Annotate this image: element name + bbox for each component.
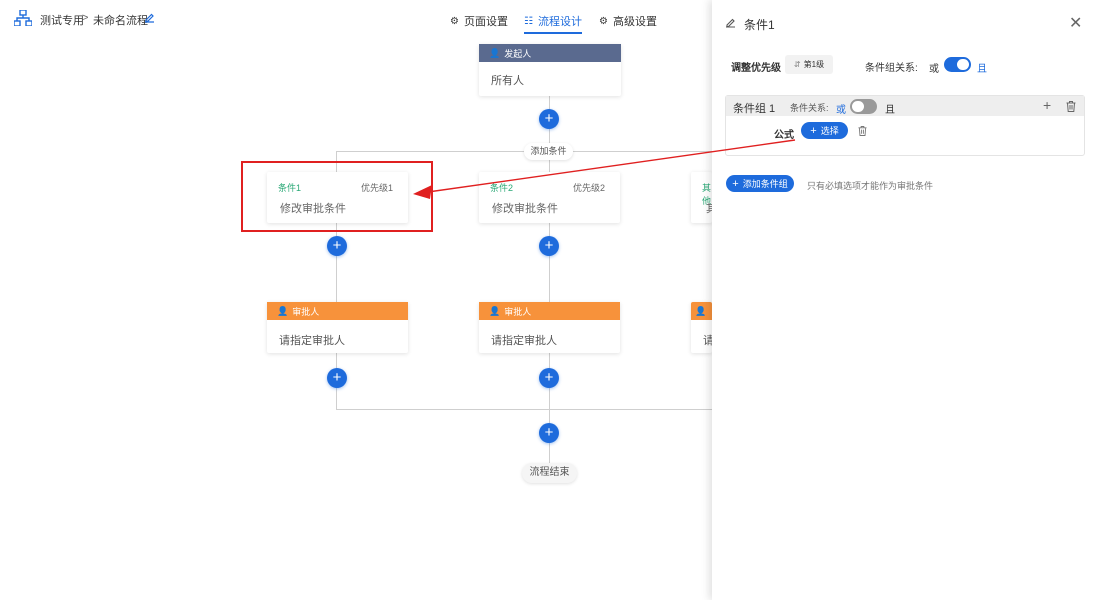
hint-text: 只有必填选项才能作为审批条件: [807, 181, 934, 191]
group-relation-toggle[interactable]: [944, 57, 971, 72]
edit-icon[interactable]: [725, 17, 736, 28]
condition-priority: 优先级2: [573, 183, 606, 193]
condition-relation-toggle[interactable]: [850, 99, 877, 114]
approver-body: 请指定审批人: [491, 335, 557, 347]
user-icon: 👤: [277, 305, 289, 316]
add-condition-button[interactable]: 添加条件: [524, 143, 573, 160]
group-relation-and: 且: [977, 64, 987, 75]
tab-advanced-settings[interactable]: ⚙ 高级设置: [599, 13, 657, 29]
group-relation-or: 或: [929, 64, 939, 75]
plus-icon: +: [810, 124, 817, 137]
condition-body: 修改审批条件: [492, 203, 558, 215]
tab-flow-design[interactable]: ☷ 流程设计: [524, 13, 582, 34]
add-node-button[interactable]: +: [327, 368, 347, 388]
gear-icon: ⚙: [599, 15, 608, 27]
condition-group-header: [726, 96, 1084, 116]
formula-label: 公式: [774, 130, 794, 141]
add-node-button[interactable]: +: [539, 109, 559, 129]
add-node-button[interactable]: +: [539, 368, 559, 388]
condition-relation-label: 条件关系:: [790, 103, 829, 113]
user-icon: 👤: [489, 47, 501, 58]
close-icon[interactable]: ✕: [1069, 13, 1082, 33]
approver-body: 请指定审批人: [279, 335, 345, 347]
drawer-title[interactable]: 条件1: [744, 16, 775, 33]
condition-group-name: 条件组 1: [733, 103, 776, 115]
flow-end-node: 流程结束: [522, 463, 577, 483]
start-node-header: 发起人: [504, 48, 532, 59]
delete-icon[interactable]: [1066, 101, 1076, 112]
user-icon: 👤: [695, 305, 707, 316]
add-node-button[interactable]: +: [539, 423, 559, 443]
add-node-button[interactable]: +: [327, 236, 347, 256]
approver-header: 审批人: [292, 306, 320, 317]
start-node-body: 所有人: [491, 75, 524, 87]
sort-icon: ⇵: [793, 60, 801, 69]
flow-name[interactable]: 未命名流程: [93, 12, 148, 28]
approver-node-3[interactable]: 👤 请: [691, 302, 712, 353]
tab-page-settings[interactable]: ⚙ 页面设置: [450, 13, 508, 29]
priority-select[interactable]: ⇵ 第1级: [785, 55, 833, 74]
priority-label: 调整优先级: [731, 63, 781, 74]
delete-icon[interactable]: [858, 126, 867, 136]
active-tab-underline: [524, 32, 582, 34]
add-condition-group-button[interactable]: + 添加条件组: [726, 175, 794, 192]
user-icon: 👤: [489, 305, 501, 316]
condition-title: 条件2: [490, 183, 514, 193]
start-node[interactable]: 👤 发起人 所有人: [479, 44, 621, 96]
add-node-button[interactable]: +: [539, 236, 559, 256]
flow-design-icon: ☷: [524, 15, 533, 27]
condition-drawer: 条件1 ✕ 调整优先级 ⇵ 第1级 条件组关系: 或 且 条件组 1 条件关系:…: [712, 0, 1098, 600]
condition-relation-or: 或: [836, 105, 846, 116]
condition-group: 条件组 1 条件关系: 或 且 + 公式 + 选择: [725, 95, 1085, 156]
approver-node-2[interactable]: 👤 审批人 请指定审批人: [479, 302, 620, 353]
add-icon[interactable]: +: [1043, 97, 1051, 113]
approver-node-1[interactable]: 👤 审批人 请指定审批人: [267, 302, 408, 353]
branch-bottom-line: [336, 409, 712, 410]
group-relation-label: 条件组关系:: [865, 63, 918, 74]
gear-icon: ⚙: [450, 15, 459, 27]
condition-card-3[interactable]: 其他 其: [691, 172, 712, 223]
select-button[interactable]: + 选择: [801, 122, 848, 139]
approver-body: 请: [703, 335, 712, 347]
highlight-box: [241, 161, 433, 232]
edit-icon[interactable]: [144, 12, 155, 23]
breadcrumb-app[interactable]: 测试专用: [40, 12, 84, 28]
breadcrumb-separator: >: [82, 12, 89, 24]
condition-card-2[interactable]: 条件2 优先级2 修改审批条件: [479, 172, 620, 223]
condition-relation-and: 且: [885, 105, 895, 116]
flow-chart-icon: [14, 10, 32, 26]
approver-header: 审批人: [504, 306, 532, 317]
plus-icon: +: [732, 177, 739, 190]
